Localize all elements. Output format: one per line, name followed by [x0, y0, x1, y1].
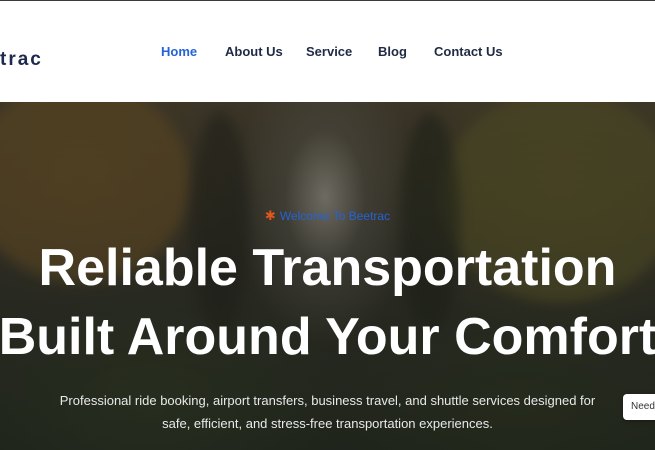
- site-header: trac Home About Us Service Blog Contact …: [0, 0, 655, 102]
- nav-home[interactable]: Home: [161, 44, 197, 60]
- asterisk-icon: ✱: [264, 208, 276, 223]
- welcome-tagline: ✱ Welcome To Beetrac: [0, 208, 655, 224]
- logo[interactable]: trac: [0, 50, 43, 70]
- nav-contact-us[interactable]: Contact Us: [434, 44, 503, 60]
- nav-about-us[interactable]: About Us: [225, 44, 283, 60]
- need-help-button[interactable]: Need: [623, 394, 655, 420]
- nav-blog[interactable]: Blog: [378, 44, 407, 60]
- hero-headline-line-1: Reliable Transportation: [38, 239, 617, 297]
- nav-service[interactable]: Service: [306, 44, 352, 60]
- welcome-text: Welcome To Beetrac: [279, 209, 391, 223]
- hero-headline-line-2: Built Around Your Comfort: [0, 308, 655, 366]
- hero-section: ✱ Welcome To Beetrac Reliable Transportat…: [0, 102, 655, 450]
- page: trac Home About Us Service Blog Contact …: [0, 0, 655, 450]
- hero-description-line-2: safe, efficient, and stress-free transpo…: [162, 416, 493, 431]
- hero-description: Professional ride booking, airport trans…: [0, 389, 655, 435]
- hero-description-line-1: Professional ride booking, airport trans…: [59, 393, 596, 408]
